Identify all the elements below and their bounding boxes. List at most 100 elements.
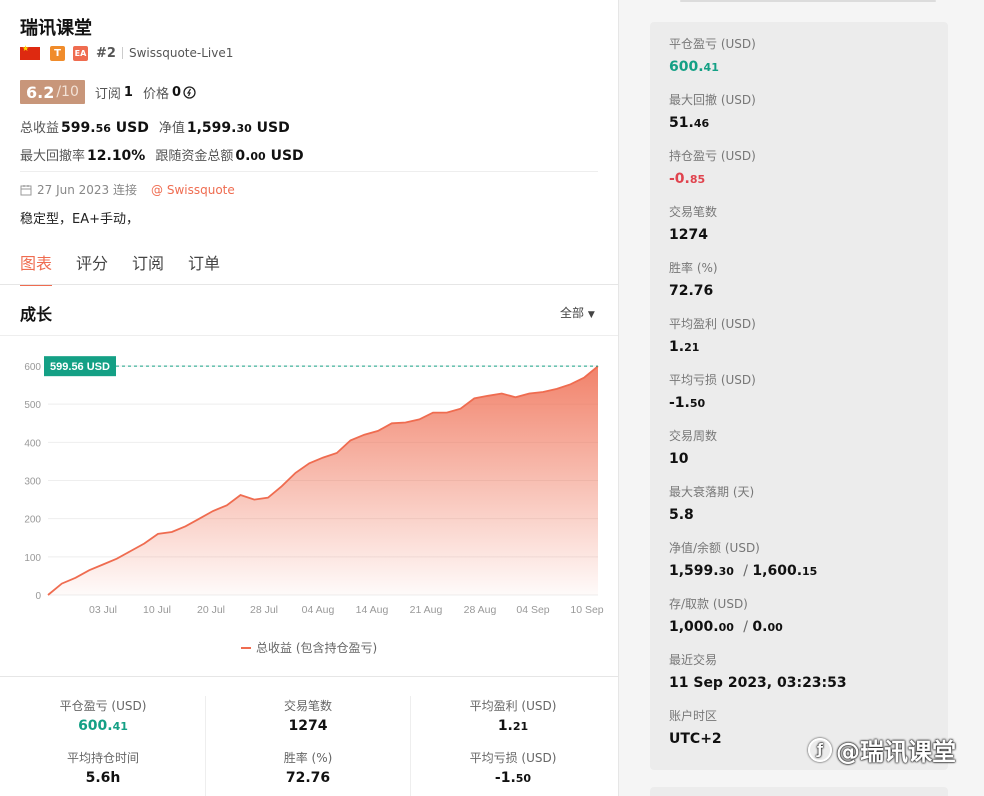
profit-row: 总收益 599.56 USD 净值 1,599.30 USD <box>20 117 300 136</box>
stat-label: 平仓盈亏 (USD) <box>669 37 756 51</box>
total-profit-label: 总收益 <box>20 121 60 136</box>
range-dropdown[interactable]: 全部 ▼ <box>560 304 595 321</box>
stat-label: 平均盈利 (USD) <box>669 317 756 331</box>
y-tick-label: 600 <box>24 362 41 373</box>
stat-label: 平仓盈亏 (USD) <box>59 699 147 713</box>
weibo-icon: ƒ <box>808 737 832 762</box>
stat-value: -1.50 <box>494 770 532 786</box>
stat-value: 5.6h <box>85 770 121 786</box>
section-title: 成长 <box>20 305 53 324</box>
tab-chart[interactable]: 图表 <box>20 250 53 286</box>
connect-date: 27 Jun 2023 连接 <box>37 183 138 197</box>
broker-link[interactable]: @ Swissquote <box>151 183 235 197</box>
stat-label: 平均持仓时间 <box>66 751 139 765</box>
x-tick-label: 04 Sep <box>516 604 549 616</box>
growth-chart: 0 100 200 300 400 500 600 03 Jul 10 Jul 20 Jul 28 … <box>24 356 604 655</box>
stat-value: 5.8 <box>669 507 694 523</box>
side-stat: 平仓盈亏 (USD) 600.41 <box>669 35 756 75</box>
x-tick-label: 28 Jul <box>250 604 278 616</box>
stat-label: 最大回撤 (USD) <box>669 93 756 107</box>
strategy-description: 稳定型，EA+手动， <box>20 212 139 227</box>
stat-value: 51.46 <box>669 115 710 131</box>
watermark: ƒ @瑞讯课堂 <box>808 732 956 767</box>
card-edge <box>680 0 936 2</box>
x-tick-label: 28 Aug <box>464 604 497 616</box>
tab-rating[interactable]: 评分 <box>76 250 108 286</box>
bottom-stat: 平仓盈亏 (USD) 600.41 <box>0 697 206 734</box>
stat-value: 1.21 <box>669 339 700 355</box>
stat-label: 交易笔数 <box>669 205 718 219</box>
score-value: 6.2 <box>26 82 55 102</box>
y-tick-label: 500 <box>24 400 41 411</box>
connect-info: 27 Jun 2023 连接 @ Swissquote <box>20 181 235 198</box>
rating-row: 6.2 /10 订阅 1 价格 0 <box>20 80 196 104</box>
stat-value: UTC+2 <box>669 731 722 747</box>
divider <box>20 171 598 172</box>
divider <box>0 676 618 677</box>
stat-value: 600.41 <box>78 718 128 734</box>
meta-row: T EA #2 Swissquote-Live1 <box>20 44 233 62</box>
stat-value: -1.50 <box>669 395 706 411</box>
price-value: 0 <box>171 84 181 100</box>
stat-value: 1,000.00 / 0.00 <box>669 619 783 635</box>
divider <box>121 47 123 59</box>
follow-value: 0.00 USD <box>235 148 304 164</box>
badge-t: T <box>50 45 65 61</box>
caret-down-icon: ▼ <box>587 310 595 320</box>
stat-label: 持仓盈亏 (USD) <box>669 149 756 163</box>
divider <box>205 696 206 796</box>
stat-value: 1.21 <box>497 718 529 734</box>
stat-label: 胜率 (%) <box>669 261 718 275</box>
tab-orders[interactable]: 订单 <box>188 250 220 286</box>
y-tick-label: 300 <box>24 477 41 488</box>
bottom-stat: 平均亏损 (USD) -1.50 <box>410 749 616 786</box>
bottom-stat: 胜率 (%) 72.76 <box>205 749 411 786</box>
server-name: Swissquote-Live1 <box>128 46 234 60</box>
stat-label: 账户时区 <box>669 709 718 723</box>
stat-value: 600.41 <box>669 59 719 75</box>
side-stat: 胜率 (%) 72.76 <box>669 259 718 299</box>
total-profit-value: 599.56 USD <box>61 120 149 136</box>
stat-value: 11 Sep 2023, 03:23:53 <box>669 675 847 691</box>
stat-label: 平均盈利 (USD) <box>469 699 557 713</box>
side-stat: 平均盈利 (USD) 1.21 <box>669 315 756 355</box>
left-panel: 瑞讯课堂 T EA #2 Swissquote-Live1 6.2 /10 订阅… <box>0 0 618 796</box>
subscribe-label: 订阅 <box>94 86 121 102</box>
side-stat: 最大回撤 (USD) 51.46 <box>669 91 756 131</box>
x-tick-label: 14 Aug <box>356 604 389 616</box>
x-tick-label: 21 Aug <box>410 604 443 616</box>
score-max: /10 <box>56 84 79 100</box>
x-tick-label: 20 Jul <box>197 604 225 616</box>
side-stat: 账户时区 UTC+2 <box>669 707 722 747</box>
stat-value: 1274 <box>288 718 328 734</box>
stat-label: 平均亏损 (USD) <box>469 751 557 765</box>
side-stat: 净值/余额 (USD) 1,599.30 / 1,600.15 <box>669 539 817 579</box>
bottom-stat: 平均持仓时间 5.6h <box>0 749 206 786</box>
stat-value: 1274 <box>669 227 708 243</box>
stat-label: 交易笔数 <box>283 699 332 713</box>
follow-label: 跟随资金总额 <box>155 149 234 164</box>
stat-label: 胜率 (%) <box>283 751 333 765</box>
stat-value: -0.85 <box>669 171 706 187</box>
card-edge <box>650 787 948 796</box>
coin-icon <box>183 85 196 99</box>
bottom-stat: 平均盈利 (USD) 1.21 <box>410 697 616 734</box>
subscribe-value: 1 <box>123 84 133 100</box>
legend-label: 总收益 (包含持仓盈亏) <box>256 640 377 655</box>
side-stat: 最近交易 11 Sep 2023, 03:23:53 <box>669 651 847 691</box>
tab-bar: 图表 评分 订阅 订单 <box>20 250 244 286</box>
stat-value: 10 <box>669 451 689 467</box>
side-stat: 存/取款 (USD) 1,000.00 / 0.00 <box>669 595 783 635</box>
side-stat: 交易笔数 1274 <box>669 203 717 243</box>
y-tick-label: 400 <box>24 438 41 449</box>
x-tick-label: 10 Sep <box>570 604 603 616</box>
y-tick-label: 200 <box>24 515 41 526</box>
x-tick-label: 10 Jul <box>143 604 171 616</box>
stat-label: 最大衰落期 (天) <box>669 485 755 499</box>
page-title: 瑞讯课堂 <box>20 18 92 39</box>
max-dd-label: 最大回撤率 <box>20 149 86 164</box>
stat-value: 72.76 <box>669 283 714 299</box>
stat-value: 1,599.30 / 1,600.15 <box>669 563 818 579</box>
stat-label: 存/取款 (USD) <box>669 597 748 611</box>
tab-subscription[interactable]: 订阅 <box>132 250 164 286</box>
